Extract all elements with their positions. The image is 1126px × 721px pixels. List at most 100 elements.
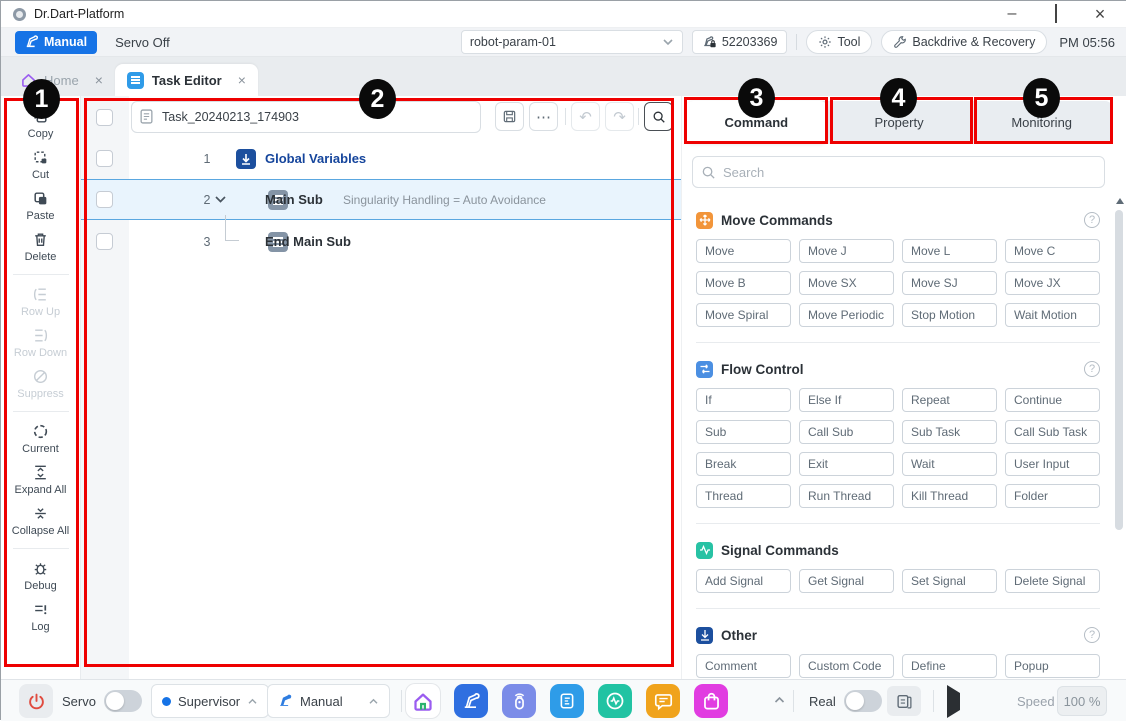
command-button[interactable]: User Input (1005, 452, 1100, 476)
close-button[interactable]: × (1091, 5, 1109, 23)
robot-mode-select[interactable]: Manual (267, 684, 390, 718)
command-button[interactable]: Move Spiral (696, 303, 791, 327)
command-button[interactable]: Wait Motion (1005, 303, 1100, 327)
speed-label: Speed (1017, 694, 1055, 709)
user-role-select[interactable]: Supervisor (151, 684, 269, 718)
command-button[interactable]: Set Signal (902, 569, 997, 593)
command-button[interactable]: Comment (696, 654, 791, 678)
row-down-button[interactable]: Row Down (14, 327, 67, 359)
cut-button[interactable]: Cut (32, 149, 49, 181)
monitoring-app-icon[interactable] (598, 684, 632, 718)
command-button[interactable]: Add Signal (696, 569, 791, 593)
command-button[interactable]: Repeat (902, 388, 997, 412)
command-button[interactable]: Move B (696, 271, 791, 295)
tab-monitoring[interactable]: Monitoring (970, 101, 1113, 144)
log-button[interactable]: Log (31, 601, 49, 633)
command-search-input[interactable] (692, 156, 1105, 188)
panel-scrollbar[interactable] (1115, 210, 1123, 530)
view-3d-button[interactable] (887, 686, 921, 716)
task-row-global-variables[interactable]: 1 Global Variables (81, 138, 681, 179)
command-button[interactable]: Get Signal (799, 569, 894, 593)
command-button[interactable]: Move JX (1005, 271, 1100, 295)
select-all-checkbox[interactable] (96, 109, 113, 126)
minimize-button[interactable]: – (1003, 5, 1021, 23)
task-row-main-sub[interactable]: 2 Main Sub Singularity Handling = Auto A… (81, 179, 681, 220)
scroll-up-icon[interactable] (1116, 198, 1124, 204)
command-button[interactable]: Define (902, 654, 997, 678)
copy-button[interactable]: Copy (28, 108, 54, 140)
paste-button[interactable]: Paste (26, 190, 54, 222)
command-button[interactable]: Thread (696, 484, 791, 508)
command-button[interactable]: Call Sub (799, 420, 894, 444)
command-button[interactable]: Move L (902, 239, 997, 263)
save-task-button[interactable] (495, 102, 524, 131)
servo-toggle[interactable] (104, 690, 142, 712)
task-row-end-main-sub[interactable]: 3 End Main Sub (81, 221, 681, 262)
command-button[interactable]: Move C (1005, 239, 1100, 263)
debug-button[interactable]: Debug (24, 560, 56, 592)
command-button[interactable]: Exit (799, 452, 894, 476)
tab-task-editor[interactable]: Task Editor × (115, 64, 258, 96)
real-sim-toggle[interactable] (844, 690, 882, 712)
robot-param-select[interactable]: robot-param-01 (461, 30, 683, 54)
row-up-button[interactable]: Row Up (21, 286, 60, 318)
chevron-down-icon[interactable] (214, 195, 227, 204)
jog-app-icon[interactable] (502, 684, 536, 718)
command-button[interactable]: Delete Signal (1005, 569, 1100, 593)
tab-home-close-icon[interactable]: × (95, 72, 103, 88)
row-checkbox[interactable] (96, 233, 113, 250)
command-button[interactable]: Sub (696, 420, 791, 444)
current-button[interactable]: Current (22, 423, 59, 455)
task-editor-app-icon[interactable] (550, 684, 584, 718)
more-options-button[interactable]: ⋯ (529, 102, 558, 131)
row-checkbox[interactable] (96, 191, 113, 208)
command-button[interactable]: Stop Motion (902, 303, 997, 327)
maximize-button[interactable] (1047, 5, 1065, 23)
store-app-icon[interactable] (694, 684, 728, 718)
command-button[interactable]: Kill Thread (902, 484, 997, 508)
command-button[interactable]: Break (696, 452, 791, 476)
tool-button[interactable]: Tool (806, 30, 872, 54)
command-button[interactable]: Move Periodic (799, 303, 894, 327)
command-button[interactable]: Move SJ (902, 271, 997, 295)
task-name-input[interactable] (131, 101, 481, 133)
row-checkbox[interactable] (96, 150, 113, 167)
expand-all-button[interactable]: Expand All (15, 464, 67, 496)
tab-command[interactable]: Command (685, 101, 828, 144)
collapse-all-button[interactable]: Collapse All (12, 505, 69, 537)
command-button[interactable]: Else If (799, 388, 894, 412)
speed-value[interactable]: 100 % (1057, 686, 1107, 716)
robot-app-icon[interactable] (454, 684, 488, 718)
message-app-icon[interactable] (646, 684, 680, 718)
command-button[interactable]: Call Sub Task (1005, 420, 1100, 444)
undo-button[interactable]: ↶ (571, 102, 600, 131)
tab-home[interactable]: Home × (9, 64, 115, 96)
command-button[interactable]: Custom Code (799, 654, 894, 678)
command-button[interactable]: Move J (799, 239, 894, 263)
search-task-button[interactable] (644, 102, 673, 131)
tab-task-editor-close-icon[interactable]: × (238, 72, 246, 88)
delete-button[interactable]: Delete (25, 231, 57, 263)
command-button[interactable]: Folder (1005, 484, 1100, 508)
robot-serial-box[interactable]: 52203369 (692, 30, 788, 54)
command-button[interactable]: Wait (902, 452, 997, 476)
tab-property[interactable]: Property (828, 101, 971, 144)
help-icon[interactable]: ? (1084, 212, 1100, 228)
command-button[interactable]: Move (696, 239, 791, 263)
command-button[interactable]: If (696, 388, 791, 412)
command-button[interactable]: Run Thread (799, 484, 894, 508)
redo-button[interactable]: ↷ (605, 102, 634, 131)
command-button[interactable]: Continue (1005, 388, 1100, 412)
command-button[interactable]: Move SX (799, 271, 894, 295)
manual-mode-button[interactable]: Manual (15, 31, 97, 54)
backdrive-recovery-button[interactable]: Backdrive & Recovery (881, 30, 1047, 54)
help-icon[interactable]: ? (1084, 627, 1100, 643)
suppress-button[interactable]: Suppress (17, 368, 63, 400)
command-button[interactable]: Popup (1005, 654, 1100, 678)
power-button[interactable] (19, 684, 53, 718)
taskbar-chevron-up-icon[interactable] (773, 696, 786, 704)
help-icon[interactable]: ? (1084, 361, 1100, 377)
home-app-icon[interactable] (406, 684, 440, 718)
play-button[interactable] (947, 693, 960, 711)
command-button[interactable]: Sub Task (902, 420, 997, 444)
